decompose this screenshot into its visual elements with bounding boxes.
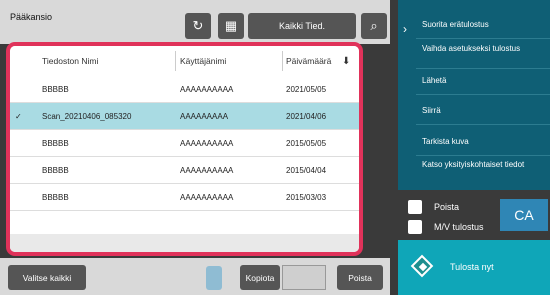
action-panel: › Suorita erätulostus Vaihda asetukseksi… xyxy=(398,0,550,190)
cell-filename: Scan_20210406_085320 xyxy=(42,112,132,121)
menu-divider xyxy=(416,124,550,125)
cell-username: AAAAAAAAAA xyxy=(180,139,234,148)
cell-filename: BBBBB xyxy=(42,166,69,175)
cell-date: 2021/05/05 xyxy=(286,85,327,94)
mv-print-option[interactable]: M/V tulostus xyxy=(408,219,484,235)
column-header-date[interactable]: Päivämäärä xyxy=(286,56,331,66)
print-now-label: Tulosta nyt xyxy=(450,262,494,272)
cell-date: 2015/05/05 xyxy=(286,139,327,148)
page-title: Pääkansio xyxy=(10,12,53,22)
copies-input[interactable] xyxy=(282,265,326,290)
copies-label: Kopiota xyxy=(240,265,280,290)
action-change-to-print[interactable]: Vaihda asetukseksi tulostus xyxy=(422,44,542,54)
cell-username: AAAAAAAAAA xyxy=(180,193,234,202)
table-header: Tiedoston Nimi Käyttäjänimi Päivämäärä ⬇ xyxy=(10,46,359,77)
ca-button[interactable]: CA xyxy=(500,199,548,231)
delete-checkbox[interactable] xyxy=(408,200,422,214)
cell-date: 2021/04/06 xyxy=(286,112,327,121)
action-move[interactable]: Siirrä xyxy=(422,106,542,116)
table-row[interactable]: BBBBB AAAAAAAAAA 2015/03/03 xyxy=(10,184,359,211)
top-bar: Pääkansio ↻ ▦ Kaikki Tied. ⌕ xyxy=(0,0,390,44)
cell-filename: BBBBB xyxy=(42,139,69,148)
menu-divider xyxy=(416,94,550,95)
menu-divider xyxy=(416,68,550,69)
cell-date: 2015/03/03 xyxy=(286,193,327,202)
delete-button[interactable]: Poista xyxy=(337,265,383,290)
print-now-button[interactable]: Tulosta nyt xyxy=(398,240,550,295)
menu-divider xyxy=(416,155,550,156)
cell-username: AAAAAAAAA xyxy=(180,112,229,121)
delete-option[interactable]: Poista xyxy=(408,199,459,215)
column-header-username[interactable]: Käyttäjänimi xyxy=(180,56,226,66)
mv-print-checkbox[interactable] xyxy=(408,220,422,234)
action-details[interactable]: Katso yksityiskohtaiset tiedot xyxy=(422,160,542,170)
toner-icon xyxy=(206,266,222,290)
all-files-button[interactable]: Kaikki Tied. xyxy=(248,13,356,39)
column-divider xyxy=(282,51,283,71)
action-batch-print[interactable]: Suorita erätulostus xyxy=(422,20,542,30)
action-send[interactable]: Lähetä xyxy=(422,76,542,86)
select-all-button[interactable]: Valitse kaikki xyxy=(8,265,86,290)
table-row[interactable]: BBBBB AAAAAAAAAA 2021/05/05 xyxy=(10,76,359,103)
cell-date: 2015/04/04 xyxy=(286,166,327,175)
action-check-image[interactable]: Tarkista kuva xyxy=(422,137,542,147)
empty-list-area xyxy=(10,234,359,252)
bottom-bar: Valitse kaikki Kopiota Poista xyxy=(0,258,390,295)
sort-down-icon[interactable]: ⬇ xyxy=(342,56,350,67)
delete-option-label: Poista xyxy=(434,202,460,212)
cell-username: AAAAAAAAAA xyxy=(180,166,234,175)
table-row[interactable]: BBBBB AAAAAAAAAA 2015/05/05 xyxy=(10,130,359,157)
column-divider xyxy=(175,51,176,71)
cell-filename: BBBBB xyxy=(42,193,69,202)
table-row-selected[interactable]: ✓ Scan_20210406_085320 AAAAAAAAA 2021/04… xyxy=(10,103,359,130)
cell-username: AAAAAAAAAA xyxy=(180,85,234,94)
menu-divider xyxy=(416,38,550,39)
refresh-icon: ↻ xyxy=(192,18,204,33)
cell-filename: BBBBB xyxy=(42,85,69,94)
file-list: Tiedoston Nimi Käyttäjänimi Päivämäärä ⬇… xyxy=(6,42,363,256)
grid-view-button[interactable]: ▦ xyxy=(218,13,244,39)
table-row[interactable]: BBBBB AAAAAAAAAA 2015/04/04 xyxy=(10,157,359,184)
chevron-right-icon[interactable]: › xyxy=(403,22,407,36)
refresh-button[interactable]: ↻ xyxy=(185,13,211,39)
grid-icon: ▦ xyxy=(224,18,238,33)
search-icon: ⌕ xyxy=(370,18,378,33)
mv-print-label: M/V tulostus xyxy=(434,222,484,232)
column-header-filename[interactable]: Tiedoston Nimi xyxy=(42,56,98,66)
search-button[interactable]: ⌕ xyxy=(361,13,387,39)
check-icon: ✓ xyxy=(15,112,22,121)
